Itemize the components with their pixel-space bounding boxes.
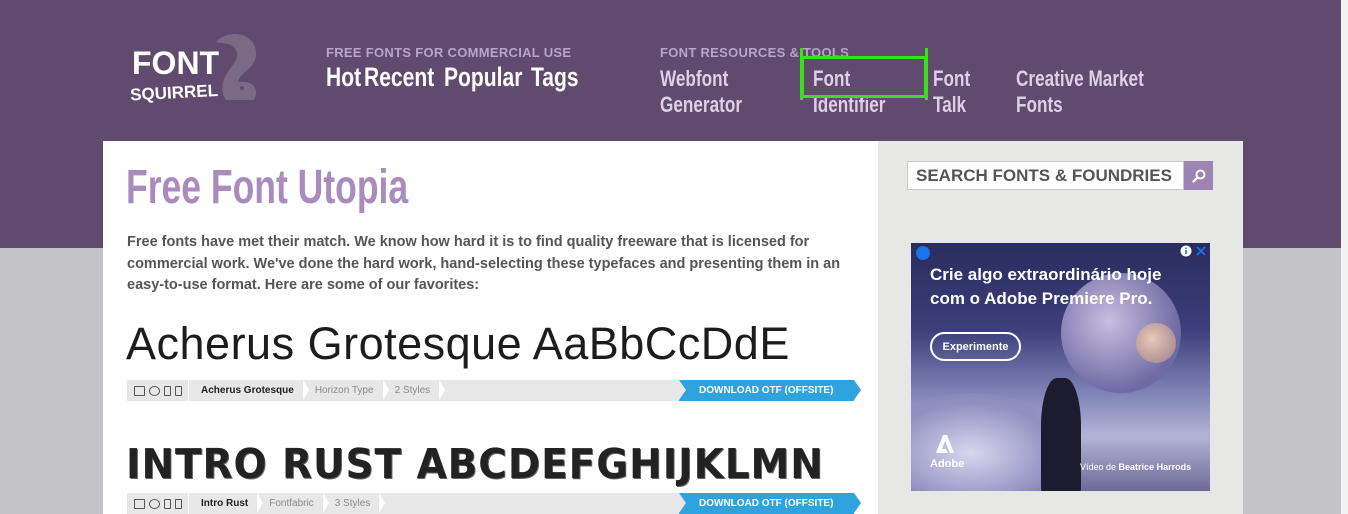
intro-text: Free fonts have met their match. We know… bbox=[127, 234, 841, 293]
nav-font-talk[interactable]: Font Talk bbox=[933, 66, 998, 118]
highlight-right-edge bbox=[925, 48, 928, 100]
nav-tags[interactable]: Tags bbox=[531, 62, 579, 93]
ad-cta-button[interactable]: Experimente bbox=[930, 332, 1021, 361]
squirrel-logo-icon: FONT SQUIRREL bbox=[130, 33, 257, 105]
download-button[interactable]: DOWNLOAD OTF (OFFSITE) bbox=[679, 493, 861, 514]
adobe-ad[interactable]: Crie algo extraordinário hoje com o Adob… bbox=[911, 243, 1210, 491]
nav-creative-market-fonts[interactable]: Creative Market Fonts bbox=[1016, 66, 1156, 118]
svg-text:SQUIRREL: SQUIRREL bbox=[130, 81, 219, 105]
credit-prefix: Vídeo de bbox=[1080, 462, 1117, 472]
free-fonts-label: FREE FONTS FOR COMMERCIAL USE bbox=[326, 45, 572, 60]
ad-badge-icon bbox=[916, 246, 930, 260]
download-button[interactable]: DOWNLOAD OTF (OFFSITE) bbox=[679, 380, 861, 401]
foundry-link[interactable]: Horizon Type bbox=[303, 380, 389, 401]
font-squirrel-logo[interactable]: FONT SQUIRREL bbox=[128, 30, 268, 106]
font-sample-acherus[interactable]: Acherus Grotesque AaBbCcDdE bbox=[126, 318, 790, 370]
font-info-bar: Acherus Grotesque Horizon Type 2 Styles … bbox=[127, 380, 861, 401]
desktop-icon bbox=[134, 498, 145, 509]
nav-hot[interactable]: Hot bbox=[326, 62, 361, 93]
close-icon[interactable] bbox=[1196, 246, 1206, 256]
mobile-icon bbox=[164, 498, 171, 509]
ad-headline: Crie algo extraordinário hoje com o Adob… bbox=[930, 265, 1162, 308]
ad-moon-graphic bbox=[1136, 323, 1176, 363]
highlight-left-edge bbox=[800, 48, 803, 100]
license-icons bbox=[127, 493, 189, 514]
font-name-link[interactable]: Intro Rust bbox=[189, 493, 264, 514]
nav-popular[interactable]: Popular bbox=[444, 62, 522, 93]
free-fonts-nav: Hot Recent Popular Tags bbox=[326, 62, 591, 93]
styles-count[interactable]: 2 Styles bbox=[383, 380, 445, 401]
adobe-icon bbox=[936, 435, 954, 453]
search-button[interactable] bbox=[1184, 161, 1213, 190]
desktop-icon bbox=[134, 385, 145, 396]
adobe-brand-text: Adobe bbox=[930, 458, 965, 470]
web-icon bbox=[149, 498, 160, 509]
nav-webfont-generator[interactable]: Webfont Generator bbox=[660, 66, 779, 118]
ebook-icon bbox=[175, 498, 182, 509]
font-info-bar: Intro Rust Fontfabric 3 Styles DOWNLOAD … bbox=[127, 493, 861, 514]
ad-credit: Vídeo de Beatrice Harrods bbox=[1080, 462, 1191, 472]
font-name-link[interactable]: Acherus Grotesque bbox=[189, 380, 309, 401]
ad-controls bbox=[1180, 245, 1206, 257]
page-title: Free Font Utopia bbox=[126, 161, 409, 214]
mobile-icon bbox=[164, 385, 171, 396]
adobe-logo: Adobe bbox=[930, 433, 965, 470]
search-input[interactable] bbox=[907, 161, 1184, 190]
license-icons bbox=[127, 380, 189, 401]
credit-name: Beatrice Harrods bbox=[1118, 462, 1192, 472]
ebook-icon bbox=[175, 385, 182, 396]
info-icon[interactable] bbox=[1180, 245, 1192, 257]
font-sample-intro-rust[interactable]: INTRO RUST ABCDEFGHIJKLMN bbox=[126, 440, 824, 488]
ad-person-silhouette bbox=[1041, 378, 1081, 491]
font-resources-nav: Webfont Generator Font Identifier Font T… bbox=[660, 66, 1196, 118]
search-icon bbox=[1191, 169, 1205, 183]
svg-text:FONT: FONT bbox=[132, 45, 220, 81]
nav-recent[interactable]: Recent bbox=[364, 62, 434, 93]
foundry-link[interactable]: Fontfabric bbox=[257, 493, 330, 514]
web-icon bbox=[149, 385, 160, 396]
scrollbar[interactable] bbox=[1341, 0, 1348, 514]
styles-count[interactable]: 3 Styles bbox=[323, 493, 385, 514]
highlight-box bbox=[801, 56, 927, 98]
